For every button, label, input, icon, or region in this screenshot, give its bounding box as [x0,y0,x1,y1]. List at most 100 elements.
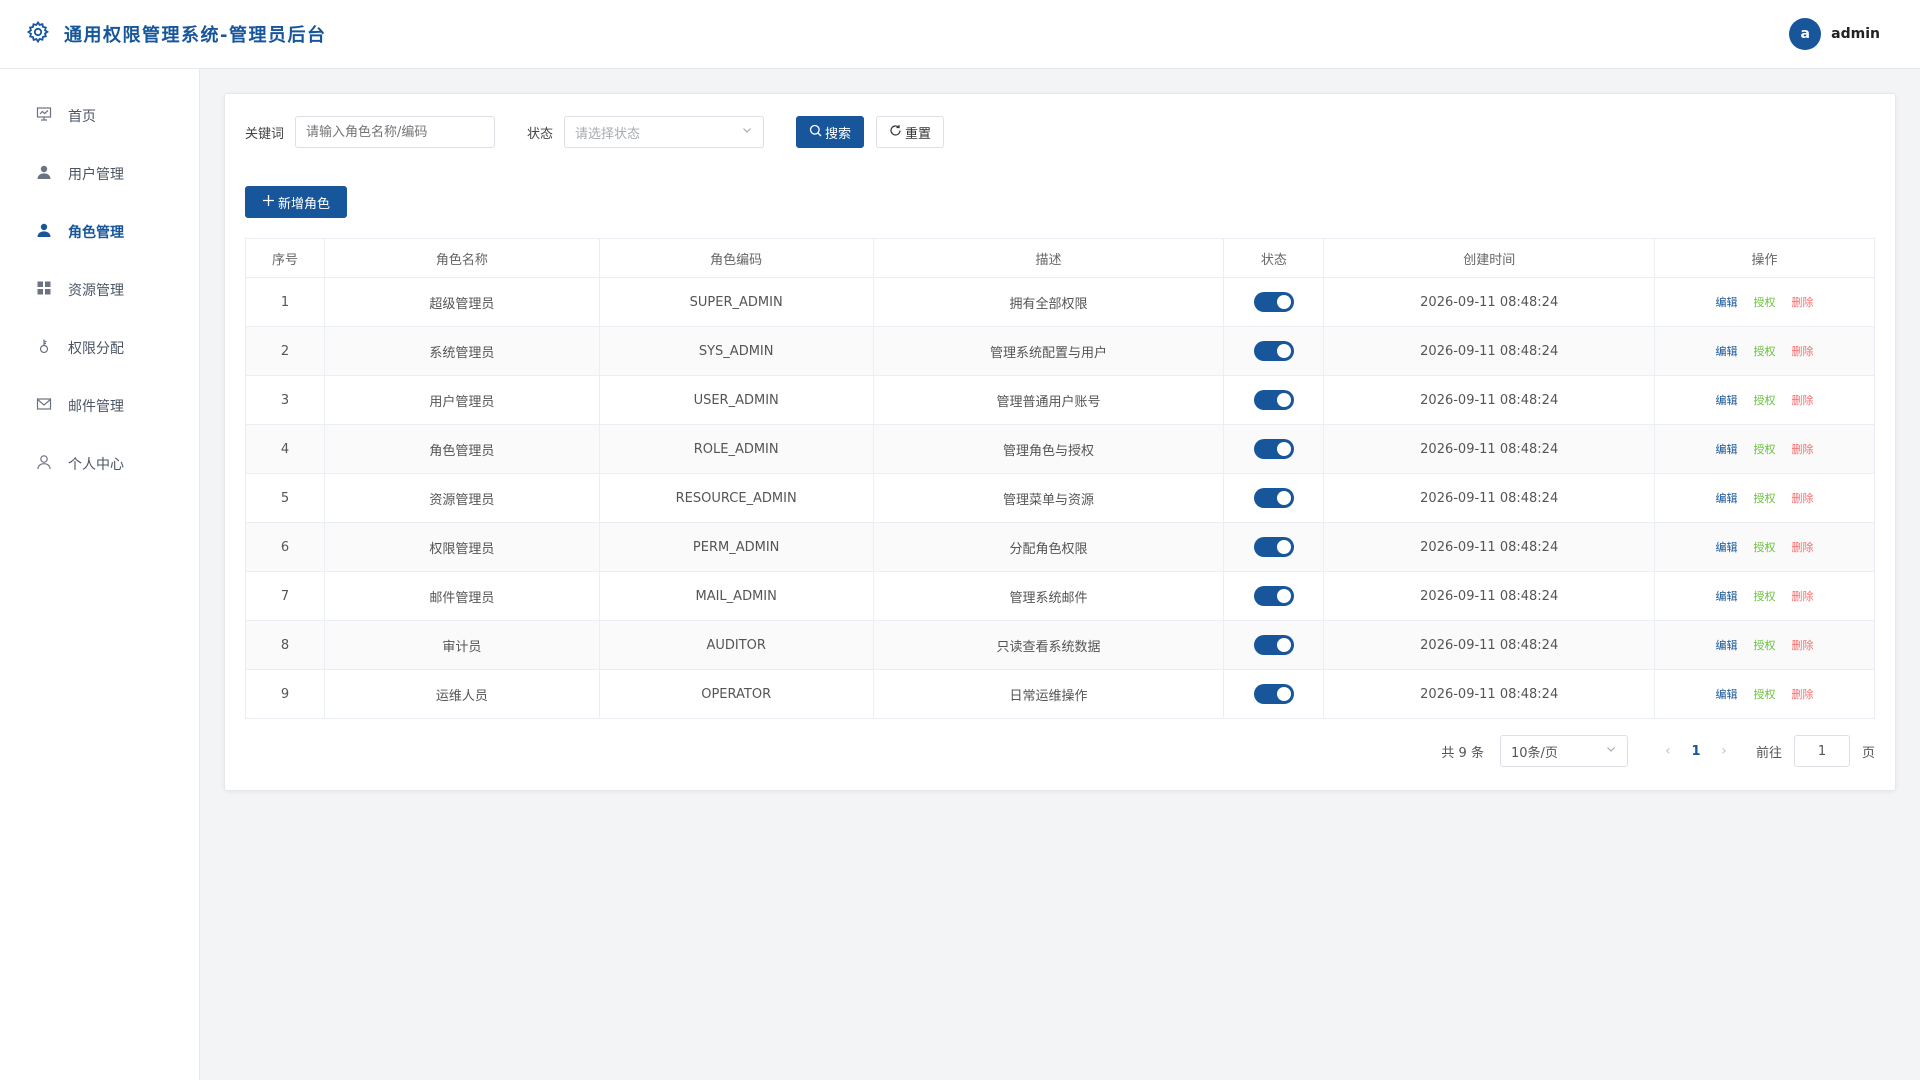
grant-link[interactable]: 授权 [1754,394,1776,407]
grant-link[interactable]: 授权 [1754,639,1776,652]
edit-link[interactable]: 编辑 [1716,492,1738,505]
sidebar-item-label: 首页 [68,109,96,125]
gear-icon [26,20,50,48]
cell-status [1223,571,1325,621]
keyword-input[interactable] [295,116,496,148]
grant-link[interactable]: 授权 [1754,492,1776,505]
filter-bar: 关键词 状态 请选择状态 搜索 重置 [245,116,1875,148]
avatar[interactable]: a [1789,18,1822,50]
cell-no: 3 [245,375,325,425]
delete-link[interactable]: 删除 [1792,590,1814,603]
grant-link[interactable]: 授权 [1754,345,1776,358]
status-toggle[interactable] [1253,684,1294,704]
page-size-value: 10条/页 [1510,745,1558,761]
edit-link[interactable]: 编辑 [1716,443,1738,456]
cell-role-code: USER_ADMIN [599,375,874,425]
grant-link[interactable]: 授权 [1754,541,1776,554]
search-button[interactable]: 搜索 [796,116,865,148]
page-number-current[interactable]: 1 [1684,744,1708,759]
username[interactable]: admin [1831,26,1880,42]
cell-created-time: 2026-09-11 08:48:24 [1323,669,1656,719]
chevron-down-icon [1605,743,1617,759]
cell-created-time: 2026-09-11 08:48:24 [1323,620,1656,670]
add-role-button[interactable]: 新增角色 [245,186,347,218]
person-outline-icon [36,454,52,474]
delete-link[interactable]: 删除 [1792,345,1814,358]
status-toggle[interactable] [1253,341,1294,361]
edit-link[interactable]: 编辑 [1716,296,1738,309]
delete-link[interactable]: 删除 [1792,541,1814,554]
sidebar-item-resources[interactable]: 资源管理 [0,261,199,319]
status-toggle[interactable] [1253,635,1294,655]
cell-description: 日常运维操作 [873,669,1225,719]
sidebar-item-label: 用户管理 [68,167,124,183]
cell-role-code: RESOURCE_ADMIN [599,473,874,523]
table-row: 4 角色管理员 ROLE_ADMIN 管理角色与授权 2026-09-11 08:48:… [245,424,1875,474]
next-page-chevron-right-icon[interactable]: › [1708,743,1740,759]
dashboard-icon [36,106,52,126]
cell-status [1223,375,1325,425]
grant-link[interactable]: 授权 [1754,296,1776,309]
status-toggle[interactable] [1253,537,1294,557]
cell-actions: 编辑 授权 删除 [1654,669,1875,719]
top-header: 通用权限管理系统-管理员后台 a admin [0,0,1920,69]
cell-description: 管理角色与授权 [873,424,1225,474]
sidebar: 首页 用户管理 角色管理 资源管理 权限分配 邮件管理 个人中心 [0,69,200,1080]
sidebar-item-users[interactable]: 用户管理 [0,145,199,203]
cell-description: 分配角色权限 [873,522,1225,572]
delete-link[interactable]: 删除 [1792,492,1814,505]
mail-icon [36,396,52,416]
cell-role-code: SUPER_ADMIN [599,277,874,327]
roles-table: 序号 角色名称 角色编码 描述 状态 创建时间 操作 1 超级管理员 SUPER_A… [245,238,1875,719]
sidebar-item-permissions[interactable]: 权限分配 [0,319,199,377]
cell-no: 6 [245,522,325,572]
plus-icon [262,194,275,211]
status-select[interactable]: 请选择状态 [564,116,765,148]
cell-no: 2 [245,326,325,376]
cell-role-name: 运维人员 [324,669,600,719]
delete-link[interactable]: 删除 [1792,394,1814,407]
pagination-total: 共 9 条 [1441,745,1484,761]
status-toggle[interactable] [1253,292,1294,312]
table-row: 6 权限管理员 PERM_ADMIN 分配角色权限 2026-09-11 08:48:2… [245,522,1875,572]
reset-button[interactable]: 重置 [876,116,945,148]
cell-created-time: 2026-09-11 08:48:24 [1323,375,1656,425]
delete-link[interactable]: 删除 [1792,443,1814,456]
page-size-select[interactable]: 10条/页 [1499,735,1628,767]
edit-link[interactable]: 编辑 [1716,541,1738,554]
status-toggle[interactable] [1253,439,1294,459]
edit-link[interactable]: 编辑 [1716,639,1738,652]
status-toggle[interactable] [1253,488,1294,508]
add-role-button-label: 新增角色 [277,196,330,212]
delete-link[interactable]: 删除 [1792,296,1814,309]
cell-status [1223,424,1325,474]
sidebar-item-home[interactable]: 首页 [0,87,199,145]
cell-actions: 编辑 授权 删除 [1654,473,1875,523]
grant-link[interactable]: 授权 [1754,590,1776,603]
edit-link[interactable]: 编辑 [1716,394,1738,407]
delete-link[interactable]: 删除 [1792,639,1814,652]
grant-link[interactable]: 授权 [1754,688,1776,701]
sidebar-item-roles[interactable]: 角色管理 [0,203,199,261]
prev-page-chevron-left-icon[interactable]: ‹ [1652,743,1684,759]
column-header: 角色编码 [599,238,874,278]
user-icon [36,222,52,242]
status-toggle[interactable] [1253,586,1294,606]
cell-status [1223,669,1325,719]
status-toggle[interactable] [1253,390,1294,410]
grant-link[interactable]: 授权 [1754,443,1776,456]
user-menu[interactable]: a admin [1789,18,1894,50]
edit-link[interactable]: 编辑 [1716,590,1738,603]
goto-page-input[interactable]: 1 [1793,735,1850,767]
cell-no: 1 [245,277,325,327]
cell-role-code: SYS_ADMIN [599,326,874,376]
cell-actions: 编辑 授权 删除 [1654,424,1875,474]
delete-link[interactable]: 删除 [1792,688,1814,701]
column-header: 创建时间 [1323,238,1656,278]
sidebar-item-profile[interactable]: 个人中心 [0,435,199,493]
sidebar-item-mail[interactable]: 邮件管理 [0,377,199,435]
cell-actions: 编辑 授权 删除 [1654,571,1875,621]
edit-link[interactable]: 编辑 [1716,345,1738,358]
cell-no: 8 [245,620,325,670]
edit-link[interactable]: 编辑 [1716,688,1738,701]
